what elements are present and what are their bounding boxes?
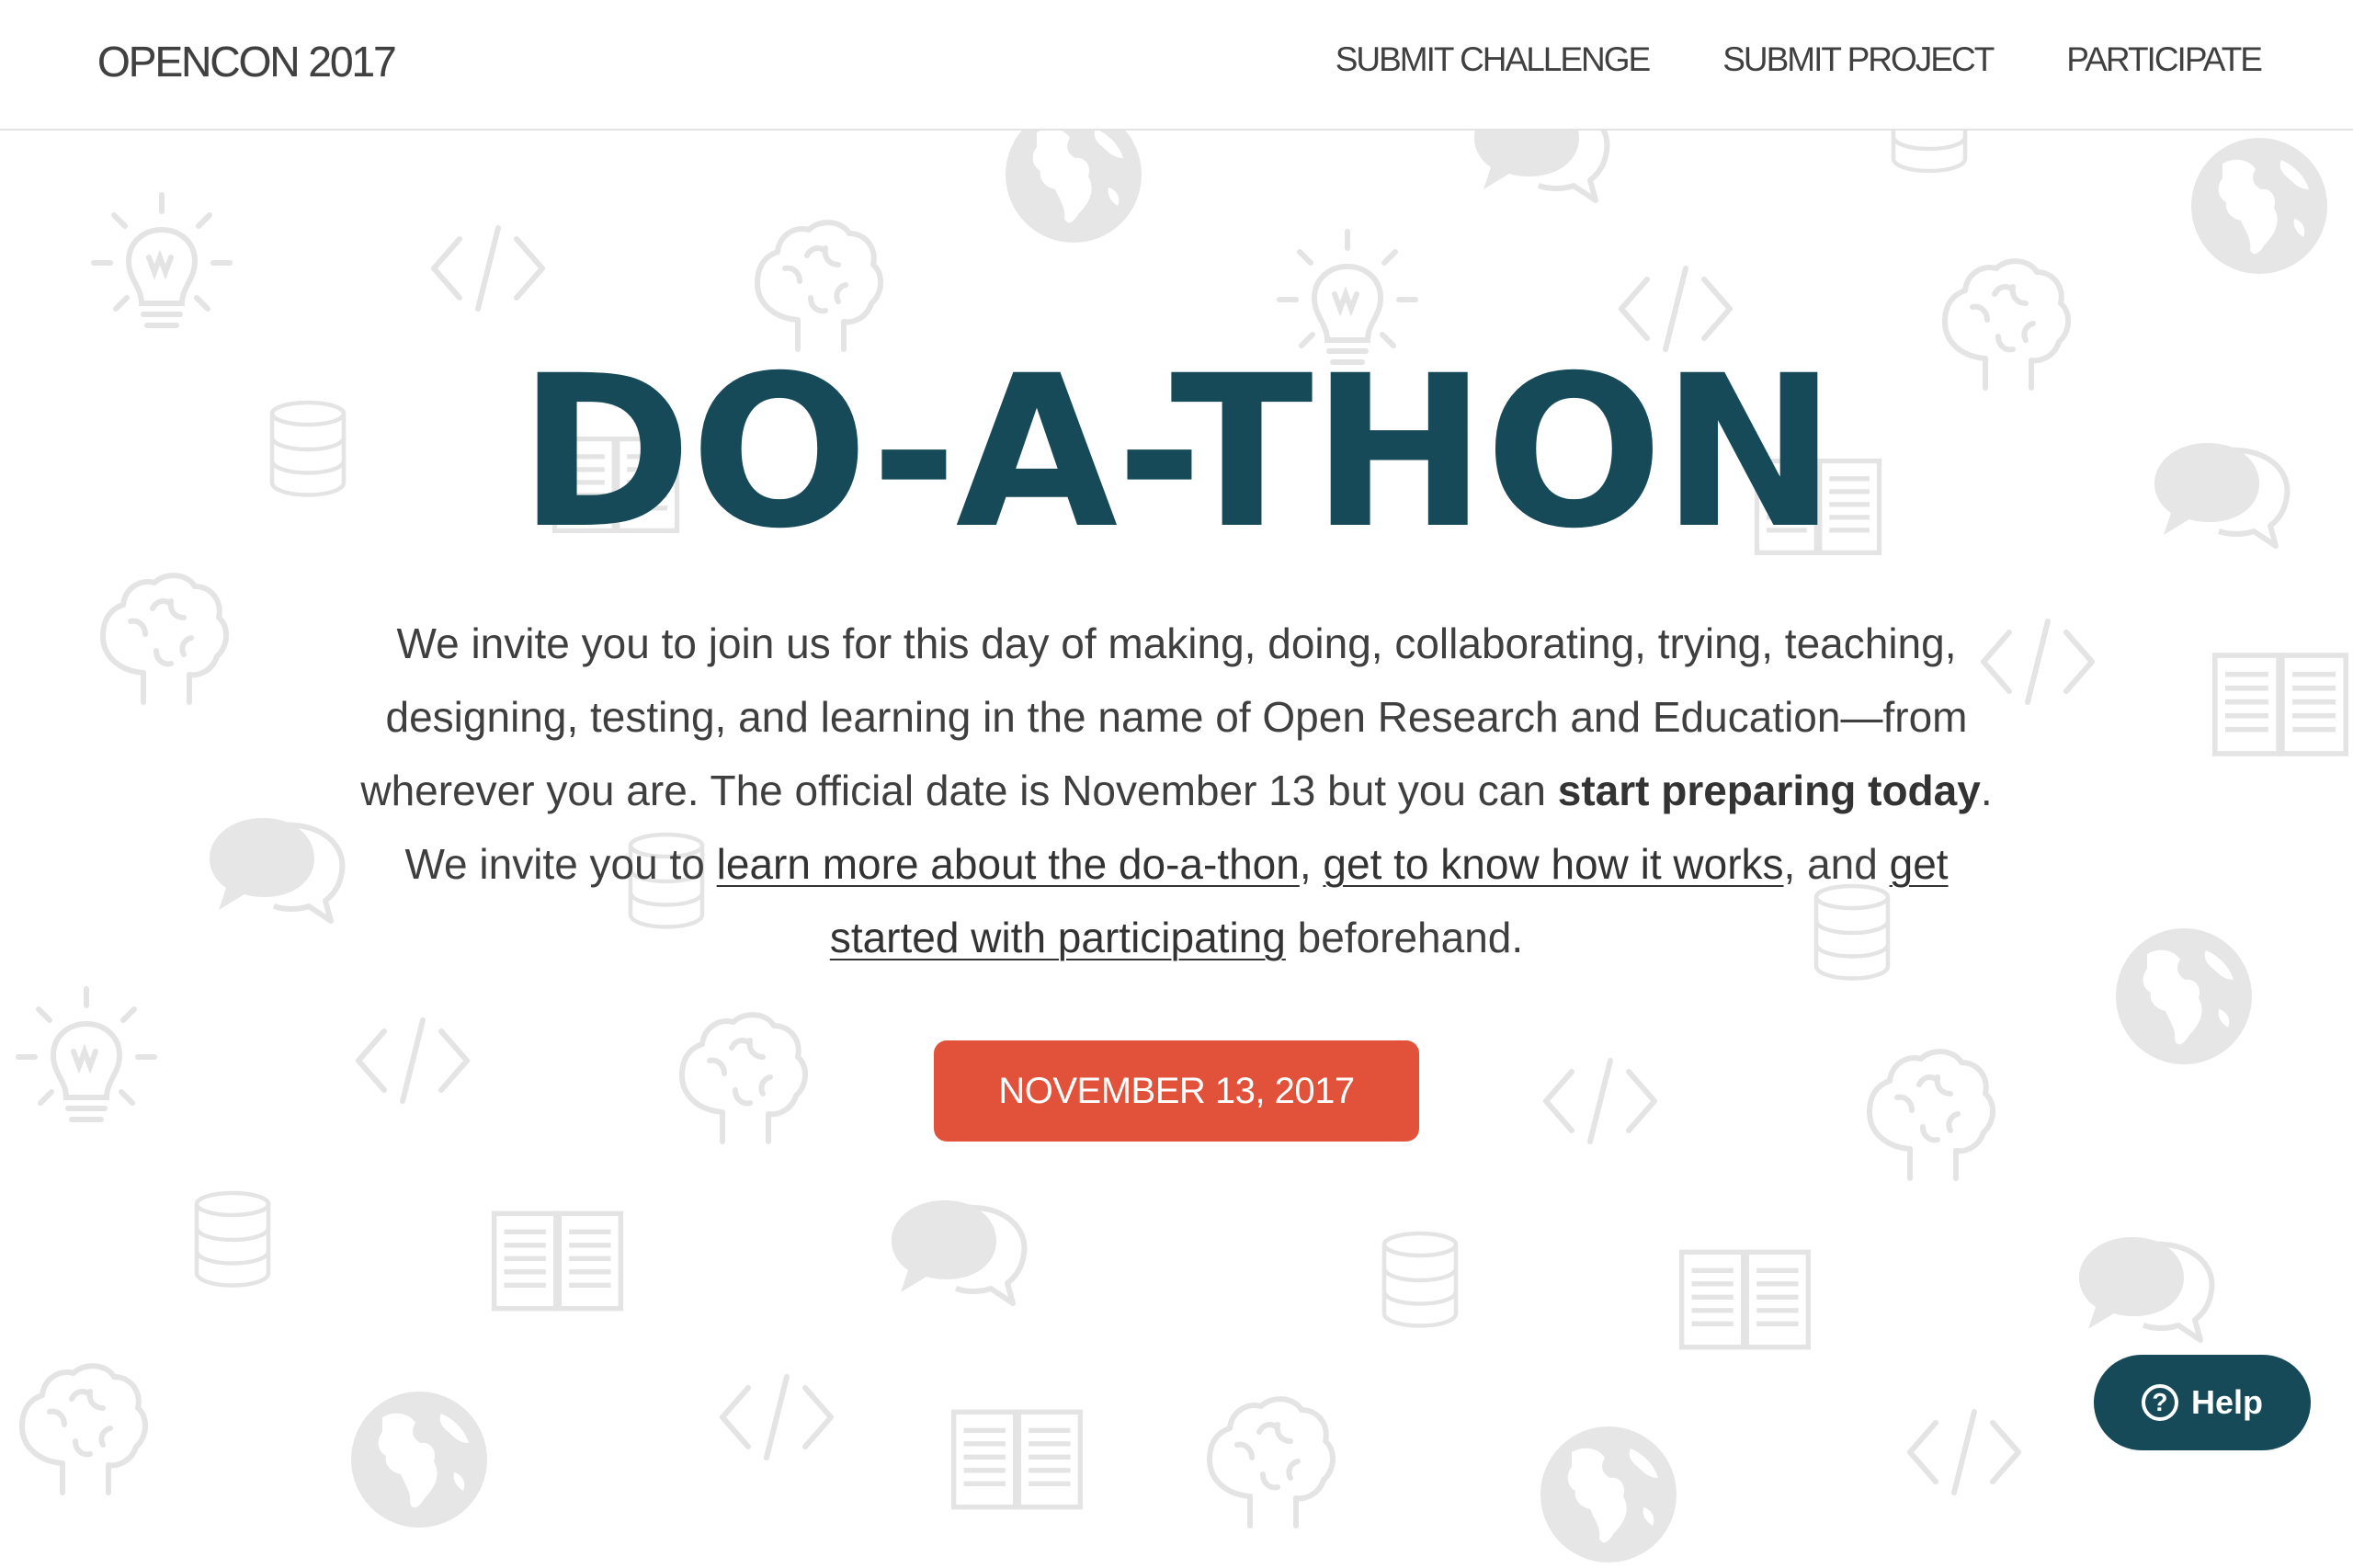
- book-icon: [950, 1404, 1084, 1515]
- database-icon: [1379, 1226, 1461, 1332]
- help-button[interactable]: ? Help: [2094, 1355, 2311, 1450]
- speech-bubbles-icon: [888, 1195, 1044, 1314]
- nav-submit-challenge[interactable]: SUBMIT CHALLENGE: [1336, 40, 1652, 79]
- nav-submit-project[interactable]: SUBMIT PROJECT: [1722, 40, 1995, 79]
- help-question-icon: ?: [2141, 1384, 2178, 1421]
- main-nav: SUBMIT CHALLENGE SUBMIT PROJECT PARTICIP…: [1336, 40, 2263, 79]
- speech-bubbles-icon: [2075, 1232, 2232, 1351]
- lightbulb-icon: [88, 191, 235, 338]
- globe-icon: [2110, 923, 2257, 1070]
- book-icon: [2211, 647, 2349, 762]
- code-icon: [428, 222, 548, 314]
- brain-icon: [7, 1355, 154, 1502]
- globe-icon: [346, 1386, 493, 1533]
- nav-participate[interactable]: PARTICIPATE: [2066, 40, 2263, 79]
- brain-icon: [1855, 1040, 2002, 1187]
- learn-more-link[interactable]: learn more about the do-a-thon: [717, 840, 1300, 888]
- hero-text-sep: ,: [1299, 840, 1324, 888]
- brain-icon: [1195, 1388, 1342, 1535]
- code-icon: [1540, 1055, 1660, 1147]
- start-preparing-link[interactable]: start preparing today: [1558, 767, 1981, 814]
- code-icon: [1904, 1406, 2024, 1498]
- code-icon: [717, 1371, 836, 1463]
- book-icon: [491, 1206, 624, 1316]
- hero-text-end: beforehand.: [1285, 914, 1524, 961]
- site-header: OPENCON 2017 SUBMIT CHALLENGE SUBMIT PRO…: [0, 0, 2353, 131]
- database-icon: [191, 1186, 274, 1291]
- book-icon: [1678, 1244, 1812, 1355]
- how-it-works-link[interactable]: get to know how it works: [1323, 840, 1783, 888]
- page-title: DO-A-THON: [517, 330, 1837, 574]
- lightbulb-icon: [13, 985, 160, 1132]
- brain-icon: [667, 1004, 814, 1151]
- globe-icon: [2186, 132, 2333, 279]
- event-date-button[interactable]: NOVEMBER 13, 2017: [934, 1040, 1419, 1142]
- code-icon: [353, 1015, 472, 1107]
- hero-description: We invite you to join us for this day of…: [349, 607, 2004, 974]
- globe-icon: [1535, 1421, 1682, 1568]
- speech-bubbles-icon: [206, 812, 362, 932]
- site-logo[interactable]: OPENCON 2017: [97, 37, 397, 86]
- help-label: Help: [2190, 1383, 2263, 1421]
- hero-text-sep: , and: [1783, 840, 1890, 888]
- brain-icon: [88, 564, 235, 711]
